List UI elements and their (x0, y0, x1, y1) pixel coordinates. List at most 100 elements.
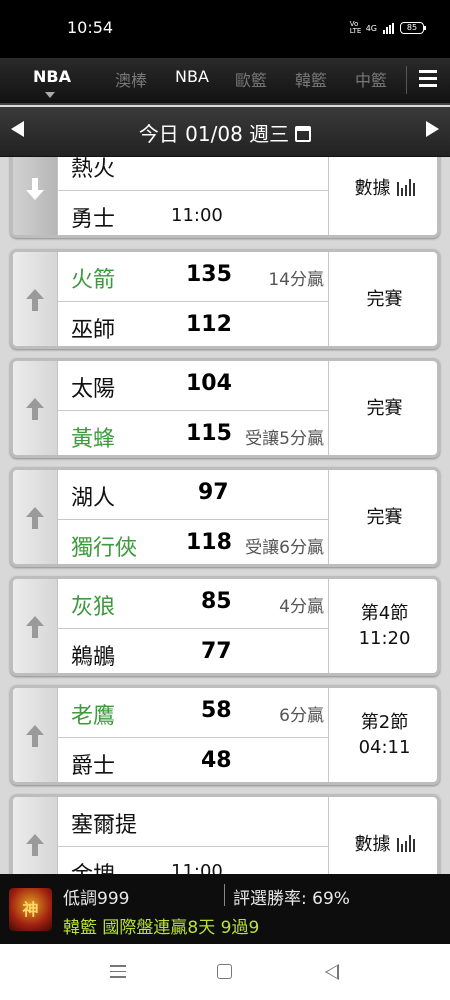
home-icon[interactable] (217, 964, 232, 979)
team-row: 湖人 97 (58, 470, 328, 520)
status-bar: 10:54 Vo LTE 4G 85 (0, 0, 450, 58)
dropdown-caret-icon[interactable] (45, 92, 55, 98)
game-card[interactable]: 塞爾提 金塊 11:00 數據 (10, 794, 440, 874)
game-card[interactable]: 火箭 135 14分贏 巫師 112 完賽 (10, 249, 440, 349)
status-icons: Vo LTE 4G 85 (349, 20, 426, 35)
game-status[interactable]: 第4節 11:20 (328, 579, 437, 673)
status-period: 第4節 (360, 603, 409, 624)
card-expand[interactable] (13, 157, 58, 235)
tab-korean-basketball[interactable]: 韓籃 (295, 67, 327, 91)
status-label: 數據 (354, 833, 391, 855)
league-tab-bar: NBA 澳棒 NBA 歐籃 韓籃 中籃 (0, 58, 450, 105)
team-name: 獨行俠 (71, 536, 138, 561)
status-label: 完賽 (366, 506, 403, 528)
status-period: 第2節 (360, 712, 409, 733)
volte-icon: Vo LTE (349, 20, 362, 35)
card-expand[interactable] (13, 579, 58, 673)
card-expand[interactable] (13, 797, 58, 874)
promo-tipster-name: 低調999 (63, 889, 130, 909)
team-name: 火箭 (71, 268, 116, 293)
game-card[interactable]: 熱火 勇士 11:00 數據 (10, 157, 440, 238)
team-score: 104 (186, 371, 232, 396)
team-row: 灰狼 85 4分贏 (58, 579, 328, 629)
calendar-icon[interactable] (295, 125, 312, 142)
team-name: 太陽 (71, 377, 116, 402)
result-note: 受讓5分贏 (245, 429, 324, 449)
game-stats-button[interactable]: 數據 (328, 797, 437, 874)
team-name: 勇士 (71, 207, 116, 232)
bar-chart-icon (396, 834, 415, 852)
arrow-up-icon (26, 507, 44, 529)
status-clock: 04:11 (358, 737, 411, 758)
game-card[interactable]: 灰狼 85 4分贏 鵜鶘 77 第4節 11:20 (10, 576, 440, 676)
team-score: 77 (201, 639, 232, 664)
tab-divider (406, 66, 407, 94)
status-label: 完賽 (366, 288, 403, 310)
team-score: 135 (186, 262, 232, 287)
team-name: 灰狼 (71, 595, 116, 620)
next-day-arrow-icon[interactable] (426, 121, 439, 137)
card-expand[interactable] (13, 252, 58, 346)
result-note: 受讓6分贏 (245, 538, 324, 558)
menu-icon[interactable] (419, 70, 437, 90)
promo-banner[interactable]: 神 低調999 評選勝率: 69% 韓籃 國際盤連贏8天 9過9 (0, 874, 450, 944)
bar-chart-icon (396, 178, 415, 196)
team-row: 金塊 11:00 (58, 847, 328, 874)
team-score: 115 (186, 421, 232, 446)
promo-win-rate: 評選勝率: 69% (233, 889, 350, 909)
card-expand[interactable] (13, 470, 58, 564)
arrow-up-icon (26, 289, 44, 311)
team-score: 48 (201, 748, 232, 773)
game-status[interactable]: 完賽 (328, 252, 437, 346)
result-note: 14分贏 (268, 270, 324, 290)
team-name: 熱火 (71, 157, 116, 182)
team-row: 爵士 48 (58, 738, 328, 782)
signal-icon (383, 22, 394, 34)
game-time: 11:00 (171, 205, 223, 226)
network-label: 4G (365, 23, 377, 33)
back-icon[interactable] (325, 964, 339, 980)
status-label: 完賽 (366, 397, 403, 419)
game-stats-button[interactable]: 數據 (328, 157, 437, 235)
date-bar: 今日 01/08 週三 (0, 107, 450, 157)
card-expand[interactable] (13, 361, 58, 455)
recent-apps-icon[interactable] (110, 965, 126, 978)
team-row: 火箭 135 14分贏 (58, 252, 328, 302)
tab-nba[interactable]: NBA (175, 67, 209, 86)
date-selector[interactable]: 今日 01/08 週三 (0, 118, 450, 147)
card-expand[interactable] (13, 688, 58, 782)
tab-euro-basketball[interactable]: 歐籃 (235, 67, 267, 91)
team-score: 58 (201, 698, 232, 723)
game-list[interactable]: 熱火 勇士 11:00 數據 火箭 135 14分贏 巫師 112 完賽 太陽 … (0, 157, 450, 874)
game-card[interactable]: 湖人 97 獨行俠 118 受讓6分贏 完賽 (10, 467, 440, 567)
game-status[interactable]: 完賽 (328, 470, 437, 564)
team-row: 太陽 104 (58, 361, 328, 411)
game-status[interactable]: 第2節 04:11 (328, 688, 437, 782)
system-nav-bar (0, 944, 450, 1000)
team-row: 勇士 11:00 (58, 191, 328, 235)
team-name: 黃蜂 (71, 427, 116, 452)
battery-icon: 85 (400, 22, 426, 34)
team-name: 鵜鶘 (71, 645, 116, 670)
team-row: 熱火 (58, 157, 328, 191)
arrow-up-icon (26, 725, 44, 747)
team-name: 金塊 (71, 857, 115, 874)
team-score: 112 (186, 312, 232, 337)
team-score: 97 (198, 480, 229, 505)
promo-divider (224, 884, 225, 906)
status-label: 數據 (354, 177, 391, 199)
game-time: 11:00 (171, 861, 223, 874)
team-name: 爵士 (71, 754, 116, 779)
game-card[interactable]: 太陽 104 黃蜂 115 受讓5分贏 完賽 (10, 358, 440, 458)
team-row: 老鷹 58 6分贏 (58, 688, 328, 738)
status-time: 10:54 (67, 18, 114, 37)
promo-logo: 神 (9, 888, 52, 931)
tab-chinese-basketball[interactable]: 中籃 (355, 67, 387, 91)
team-name: 老鷹 (71, 704, 116, 729)
game-card[interactable]: 老鷹 58 6分贏 爵士 48 第2節 04:11 (10, 685, 440, 785)
arrow-up-icon (26, 616, 44, 638)
tab-nba-selected[interactable]: NBA (33, 67, 71, 86)
game-status[interactable]: 完賽 (328, 361, 437, 455)
team-name: 巫師 (71, 318, 116, 343)
tab-australian-baseball[interactable]: 澳棒 (115, 67, 147, 91)
